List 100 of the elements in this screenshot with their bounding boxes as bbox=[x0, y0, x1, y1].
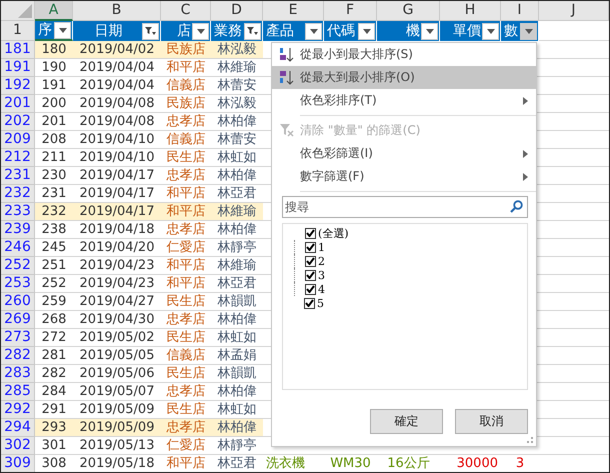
dropdown-arrow-icon bbox=[310, 28, 318, 34]
table-cell: 民生店 bbox=[161, 365, 211, 383]
checkbox[interactable] bbox=[305, 270, 316, 280]
table-cell: 3 bbox=[501, 455, 539, 472]
table-cell: 230 bbox=[35, 167, 73, 185]
search-field[interactable]: 搜尋 bbox=[282, 196, 528, 218]
table-cell: 190 bbox=[35, 59, 73, 77]
column-header[interactable]: C bbox=[161, 1, 211, 21]
dialog-button[interactable]: 取消 bbox=[455, 409, 528, 434]
filter-button[interactable] bbox=[142, 22, 159, 40]
checkbox-label[interactable]: 3 bbox=[318, 268, 325, 282]
row-number[interactable]: 191 bbox=[1, 59, 35, 77]
row-number[interactable]: 283 bbox=[1, 365, 35, 383]
row-number[interactable]: 246 bbox=[1, 239, 35, 257]
row-number[interactable]: 192 bbox=[1, 77, 35, 95]
table-cell: 2019/05/02 bbox=[73, 329, 161, 347]
submenu-arrow-icon bbox=[523, 96, 528, 104]
menu-item[interactable]: 依色彩篩選(I) bbox=[272, 142, 536, 165]
row-number[interactable]: 201 bbox=[1, 95, 35, 113]
menu-item[interactable]: 從最大到最小排序(O) bbox=[272, 66, 536, 89]
checkbox[interactable] bbox=[304, 298, 315, 308]
row-number[interactable]: 273 bbox=[1, 329, 35, 347]
row-number[interactable]: 302 bbox=[1, 437, 35, 455]
table-cell: 林柏偉 bbox=[211, 311, 263, 329]
menu-item[interactable]: 數字篩選(F) bbox=[272, 165, 536, 188]
table-cell: 林靜亭 bbox=[211, 437, 263, 455]
row-number[interactable]: 239 bbox=[1, 221, 35, 239]
row-number[interactable]: 231 bbox=[1, 167, 35, 185]
header-text: 序 bbox=[38, 21, 53, 39]
row-number[interactable]: 181 bbox=[1, 41, 35, 59]
row-number[interactable]: 233 bbox=[1, 203, 35, 221]
table-cell: 2019/05/09 bbox=[73, 419, 161, 437]
column-header[interactable]: H bbox=[440, 1, 501, 21]
menu-item[interactable]: 依色彩排序(T) bbox=[272, 89, 536, 112]
column-header[interactable]: I bbox=[501, 1, 539, 21]
dialog-button[interactable]: 確定 bbox=[370, 409, 443, 434]
checkbox-label[interactable]: 2 bbox=[318, 254, 325, 268]
table-cell: 2019/04/27 bbox=[73, 293, 161, 311]
table-cell: 林泓毅 bbox=[211, 95, 263, 113]
table-cell: 信義店 bbox=[161, 347, 211, 365]
table-cell: 林蕾安 bbox=[211, 131, 263, 149]
row-number[interactable]: 294 bbox=[1, 419, 35, 437]
checkbox[interactable] bbox=[305, 284, 316, 294]
menu-item[interactable]: 從最小到最大排序(S) bbox=[272, 43, 536, 66]
filter-button[interactable] bbox=[54, 22, 71, 38]
checkbox[interactable] bbox=[305, 228, 316, 238]
column-header[interactable]: G bbox=[377, 1, 440, 21]
checkbox[interactable] bbox=[305, 256, 316, 266]
row-number[interactable]: 252 bbox=[1, 257, 35, 275]
row-number[interactable]: 309 bbox=[1, 455, 35, 472]
filter-button[interactable] bbox=[192, 22, 209, 40]
filter-button[interactable] bbox=[520, 22, 537, 40]
table-cell: 民生店 bbox=[161, 329, 211, 347]
table-cell: 281 bbox=[35, 347, 73, 365]
table-cell: 和平店 bbox=[161, 275, 211, 293]
filter-button[interactable] bbox=[305, 22, 322, 40]
table-cell: 272 bbox=[35, 329, 73, 347]
row-number[interactable]: 209 bbox=[1, 131, 35, 149]
column-header[interactable]: A bbox=[35, 1, 73, 21]
column-header[interactable]: J bbox=[539, 1, 609, 21]
row-number[interactable]: 282 bbox=[1, 347, 35, 365]
dropdown-arrow-icon bbox=[524, 28, 532, 34]
table-cell: 仁愛店 bbox=[161, 239, 211, 257]
table-cell: 林孟娟 bbox=[211, 347, 263, 365]
filter-button[interactable] bbox=[421, 22, 438, 40]
checkbox[interactable] bbox=[305, 242, 316, 252]
filter-button[interactable] bbox=[244, 22, 261, 40]
checkbox-label[interactable]: 1 bbox=[318, 240, 325, 254]
checkbox-label[interactable]: (全選) bbox=[318, 226, 349, 240]
table-cell: 2019/04/23 bbox=[73, 275, 161, 293]
column-header[interactable]: F bbox=[324, 1, 377, 21]
row-number[interactable]: 1 bbox=[1, 21, 35, 41]
table-cell: 252 bbox=[35, 275, 73, 293]
row-number[interactable]: 285 bbox=[1, 383, 35, 401]
table-cell: 信義店 bbox=[161, 131, 211, 149]
table-cell: 2019/05/05 bbox=[73, 347, 161, 365]
row-number[interactable]: 232 bbox=[1, 185, 35, 203]
column-header[interactable]: B bbox=[73, 1, 161, 21]
checkbox-label[interactable]: 5 bbox=[317, 296, 324, 310]
table-cell: 和平店 bbox=[161, 59, 211, 77]
filter-button[interactable] bbox=[482, 22, 499, 40]
table-cell: 208 bbox=[35, 131, 73, 149]
row-number[interactable]: 253 bbox=[1, 275, 35, 293]
column-header[interactable]: E bbox=[263, 1, 324, 21]
table-cell: 16公斤 bbox=[377, 455, 440, 472]
column-header[interactable]: D bbox=[211, 1, 263, 21]
filter-button[interactable] bbox=[358, 22, 375, 40]
checkbox-label[interactable]: 4 bbox=[318, 282, 325, 296]
table-cell: 30000 bbox=[440, 455, 501, 472]
table-cell: 2019/04/08 bbox=[73, 95, 161, 113]
header-text: 業務 bbox=[214, 22, 243, 40]
row-number[interactable]: 212 bbox=[1, 149, 35, 167]
clear-filter-icon bbox=[278, 122, 294, 139]
table-cell: 2019/04/30 bbox=[73, 311, 161, 329]
table-cell: 293 bbox=[35, 419, 73, 437]
row-number[interactable]: 260 bbox=[1, 293, 35, 311]
row-number[interactable]: 202 bbox=[1, 113, 35, 131]
table-cell: 2019/04/23 bbox=[73, 257, 161, 275]
row-number[interactable]: 292 bbox=[1, 401, 35, 419]
row-number[interactable]: 269 bbox=[1, 311, 35, 329]
